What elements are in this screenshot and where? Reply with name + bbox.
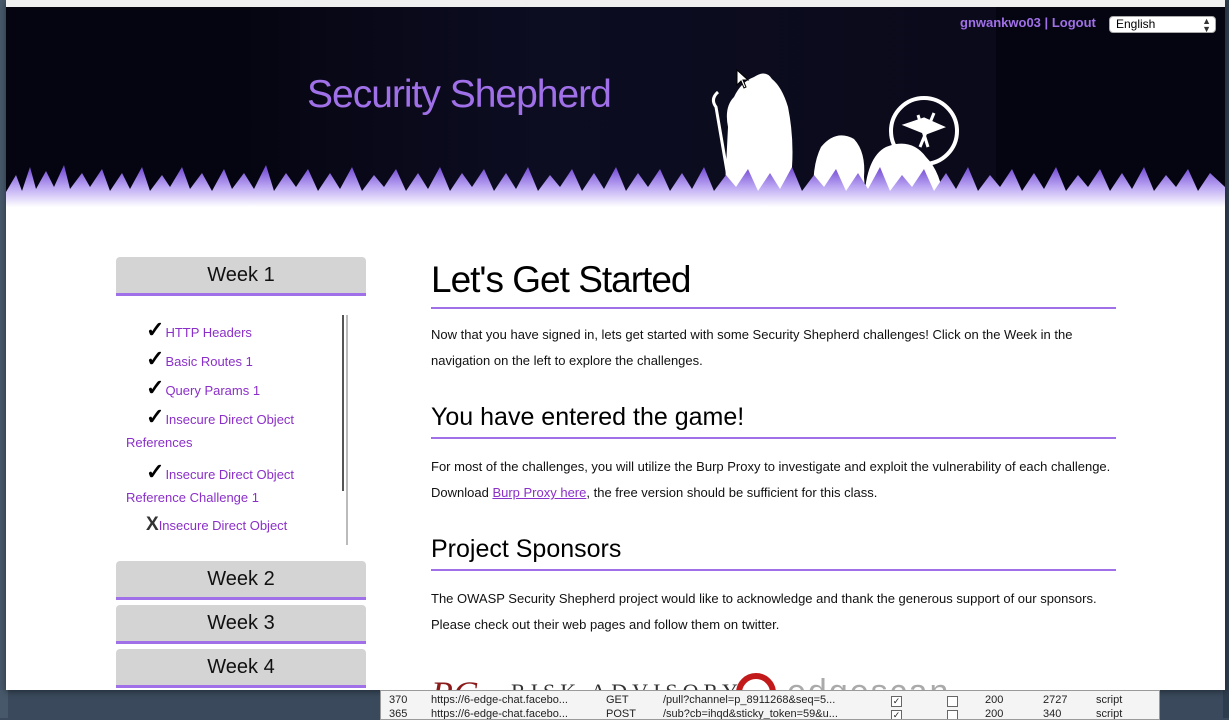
network-row-size: 340 bbox=[1043, 708, 1062, 720]
checkmark-icon: ✓ bbox=[146, 317, 165, 342]
logout-link[interactable]: Logout bbox=[1052, 15, 1096, 30]
burp-proxy-link[interactable]: Burp Proxy here bbox=[492, 485, 586, 500]
sponsor-logos: RC RISK ADVISORY edgescan bbox=[431, 669, 971, 690]
checkmark-icon: ✓ bbox=[146, 404, 165, 429]
language-selected-value: English bbox=[1116, 17, 1156, 31]
checkmark-icon: ✓ bbox=[146, 346, 165, 371]
challenge-item[interactable]: XInsecure Direct Object bbox=[146, 512, 336, 539]
unchecked-checkbox-icon[interactable] bbox=[947, 696, 958, 707]
network-row-size: 2727 bbox=[1043, 694, 1068, 706]
sponsor-ring-icon bbox=[736, 673, 776, 690]
week-4-button[interactable]: Week 4 bbox=[116, 649, 366, 688]
network-row-status: 200 bbox=[985, 708, 1004, 720]
user-separator: | bbox=[1044, 15, 1049, 30]
network-row-method: POST bbox=[606, 708, 636, 720]
language-select[interactable]: English ▲ ▼ bbox=[1109, 16, 1216, 34]
network-row-url: https://6-edge-chat.facebo... bbox=[431, 708, 568, 720]
network-row-status: 200 bbox=[985, 694, 1004, 706]
mouse-cursor-icon bbox=[736, 69, 750, 89]
browser-window: Security Shepherd gnwankwo03 | Logout En… bbox=[6, 0, 1225, 690]
section-heading-game: You have entered the game! bbox=[431, 403, 1116, 439]
sponsor-logo-risk-advisory[interactable]: RISK ADVISORY bbox=[511, 679, 743, 690]
site-title: Security Shepherd bbox=[307, 73, 612, 116]
challenge-link[interactable]: Insecure Direct Object bbox=[165, 412, 294, 427]
section-heading-sponsors: Project Sponsors bbox=[431, 535, 1116, 571]
network-row-url: https://6-edge-chat.facebo... bbox=[431, 694, 568, 706]
week-1-button[interactable]: Week 1 bbox=[116, 257, 366, 296]
challenge-link[interactable]: Query Params 1 bbox=[165, 383, 260, 398]
challenge-item-continued[interactable]: References bbox=[126, 430, 316, 456]
network-row-type: script bbox=[1096, 694, 1123, 706]
challenge-link-continued[interactable]: References bbox=[126, 435, 192, 450]
devtools-network-panel: 370 https://6-edge-chat.facebo... GET /p… bbox=[380, 690, 1160, 720]
page-title: Let's Get Started bbox=[431, 259, 1116, 309]
user-area: gnwankwo03 | Logout bbox=[960, 15, 1096, 30]
header-banner: Security Shepherd gnwankwo03 | Logout En… bbox=[6, 7, 1225, 207]
challenge-list-scrollbar[interactable] bbox=[342, 315, 344, 491]
challenge-link[interactable]: Insecure Direct Object bbox=[165, 467, 294, 482]
network-row[interactable]: 370 https://6-edge-chat.facebo... GET /p… bbox=[381, 694, 1159, 707]
network-row-id: 365 bbox=[389, 708, 408, 720]
game-text: For most of the challenges, you will uti… bbox=[431, 454, 1116, 506]
challenge-link-continued[interactable]: Reference Challenge 1 bbox=[126, 490, 259, 505]
unchecked-checkbox-icon[interactable] bbox=[947, 710, 958, 719]
network-row[interactable]: 365 https://6-edge-chat.facebo... POST /… bbox=[381, 708, 1159, 720]
network-row-path: /pull?channel=p_8911268&seq=5... bbox=[663, 694, 836, 706]
sponsor-logo-rc[interactable]: RC bbox=[431, 673, 477, 690]
challenge-link[interactable]: HTTP Headers bbox=[165, 325, 251, 340]
game-text-after: , the free version should be sufficient … bbox=[586, 485, 878, 500]
network-row-id: 370 bbox=[389, 694, 408, 706]
username-link[interactable]: gnwankwo03 bbox=[960, 15, 1041, 30]
checkmark-icon: ✓ bbox=[146, 459, 165, 484]
week-2-button[interactable]: Week 2 bbox=[116, 561, 366, 600]
week-1-challenge-list: ✓HTTP Headers ✓Basic Routes 1 ✓Query Par… bbox=[116, 315, 348, 545]
sponsor-logo-edgescan[interactable]: edgescan bbox=[787, 673, 950, 690]
sponsors-text: The OWASP Security Shepherd project woul… bbox=[431, 591, 1097, 632]
checkmark-icon: ✓ bbox=[146, 375, 165, 400]
challenge-item[interactable]: ✓HTTP Headers bbox=[146, 317, 336, 346]
challenge-item[interactable]: ✓Query Params 1 bbox=[146, 375, 336, 404]
challenge-item[interactable]: ✓Basic Routes 1 bbox=[146, 346, 336, 375]
network-row-type: script bbox=[1096, 708, 1123, 720]
intro-text: Now that you have signed in, lets get st… bbox=[431, 327, 1073, 368]
challenge-link[interactable]: Basic Routes 1 bbox=[165, 354, 252, 369]
select-arrows-icon: ▲ ▼ bbox=[1202, 16, 1211, 34]
checked-checkbox-icon[interactable]: ✓ bbox=[891, 710, 902, 719]
network-row-path: /sub?cb=ihqd&sticky_token=59&u... bbox=[663, 708, 838, 720]
shepherd-silhouette-image bbox=[6, 73, 1225, 207]
challenge-item[interactable]: ✓Insecure Direct Object bbox=[146, 404, 336, 433]
challenge-item-continued[interactable]: Reference Challenge 1 bbox=[126, 485, 316, 511]
x-mark-icon: X bbox=[146, 514, 159, 535]
content-area: Week 1 ✓HTTP Headers ✓Basic Routes 1 ✓Qu… bbox=[6, 207, 1225, 690]
challenge-item[interactable]: ✓Insecure Direct Object bbox=[146, 459, 336, 488]
network-row-method: GET bbox=[606, 694, 629, 706]
checked-checkbox-icon[interactable]: ✓ bbox=[891, 696, 902, 707]
week-3-button[interactable]: Week 3 bbox=[116, 605, 366, 644]
challenge-link[interactable]: Insecure Direct Object bbox=[159, 518, 288, 533]
